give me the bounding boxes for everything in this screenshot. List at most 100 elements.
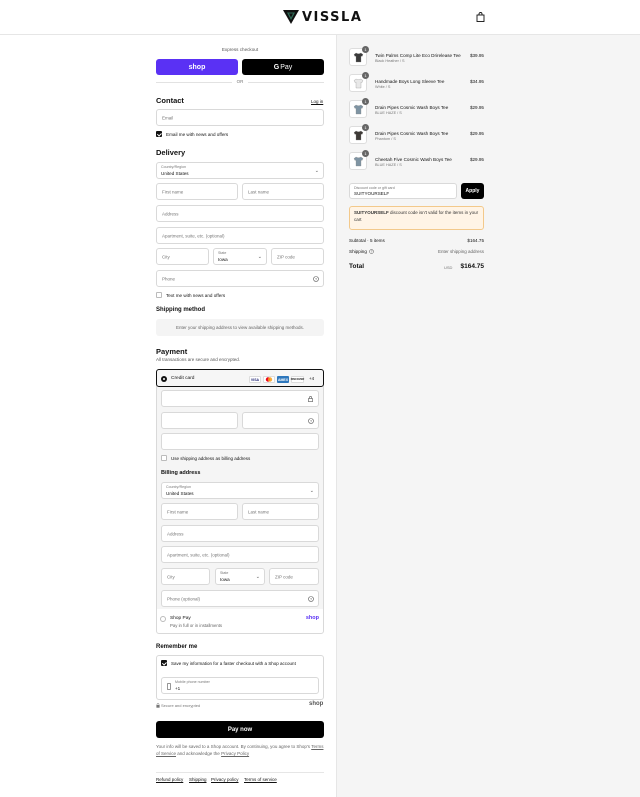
lock-icon (156, 703, 160, 708)
product-name: Twin Palms Comp Lite Eco Drirelease Tee (375, 53, 461, 58)
country-select[interactable]: Country/Region United States ⌄ (156, 162, 324, 179)
tshirt-icon (353, 130, 364, 141)
footer-terms-link[interactable]: Terms of service (244, 777, 277, 782)
billing-phone-placeholder: Phone (optional) (167, 596, 201, 601)
brand-name: VISSLA (302, 9, 363, 25)
discount-label: Discount code or gift card (354, 186, 395, 190)
product-price: $34.95 (469, 79, 484, 84)
billing-state-value: Iowa (220, 577, 230, 582)
zip-placeholder: ZIP code (277, 254, 295, 259)
phone-input[interactable]: Phone ? (156, 270, 324, 287)
first-name-input[interactable]: First name (156, 183, 238, 200)
product-price: $29.95 (469, 157, 484, 162)
address-placeholder: Address (162, 211, 179, 216)
footer-refund-link[interactable]: Refund policy (156, 777, 183, 782)
city-input[interactable]: City (156, 248, 209, 265)
address-input[interactable]: Address (156, 205, 324, 222)
use-shipping-checkbox[interactable] (161, 455, 167, 461)
warning-code: SUITYOURSELF (354, 210, 389, 215)
chevron-down-icon: ⌄ (257, 253, 262, 260)
card-number-input[interactable] (161, 390, 319, 407)
discount-value: SUITYOURSELF (354, 191, 390, 196)
pay-now-button[interactable]: Pay now (156, 721, 324, 738)
header: VISSLA (0, 0, 640, 35)
zip-input[interactable]: ZIP code (271, 248, 324, 265)
order-item: 1 Twin Palms Comp Lite Eco Drirelease Te… (349, 46, 484, 68)
shop-pay-logo: shop (305, 615, 319, 621)
billing-zip-input[interactable]: ZIP code (269, 568, 319, 585)
brand-logo[interactable]: VISSLA (283, 9, 362, 25)
express-checkout-label: Express checkout (221, 47, 259, 52)
billing-last-name-input[interactable]: Last name (242, 503, 319, 520)
billing-apartment-placeholder: Apartment, suite, etc. (optional) (167, 552, 230, 557)
email-news-checkbox[interactable] (156, 131, 162, 137)
state-label: State (218, 251, 227, 255)
discount-warning: SUITYOURSELF discount code isn't valid f… (349, 206, 484, 230)
shop-pay-button[interactable]: shop (156, 59, 238, 75)
billing-first-name-input[interactable]: First name (161, 503, 238, 520)
state-select[interactable]: State Iowa ⌄ (213, 248, 267, 265)
mobile-phone-input[interactable]: Mobile phone number +1 (161, 677, 319, 694)
billing-last-name-placeholder: Last name (248, 509, 270, 514)
security-code-input[interactable]: ? (242, 412, 319, 429)
footer-shipping-link[interactable]: Shipping (189, 777, 207, 782)
shop-logo: shop (309, 701, 324, 707)
quantity-badge: 1 (362, 72, 369, 79)
or-label: OR (232, 79, 248, 84)
pay-now-label: Pay now (227, 726, 253, 733)
help-icon[interactable]: ? (308, 418, 314, 424)
billing-address-input[interactable]: Address (161, 525, 319, 542)
shopping-bag-icon[interactable] (476, 12, 485, 22)
email-placeholder: Email (162, 115, 174, 120)
billing-city-placeholder: City (167, 574, 175, 579)
billing-country-value: United States (166, 491, 194, 496)
product-thumbnail: 1 (349, 98, 369, 118)
vissla-logo-icon (283, 10, 299, 24)
billing-phone-input[interactable]: Phone (optional) ? (161, 590, 319, 607)
shop-pay-option[interactable]: Shop Pay Pay in full or in installments … (156, 610, 324, 634)
radio-selected-icon (161, 375, 167, 382)
name-on-card-input[interactable] (161, 433, 319, 450)
product-variant: Black Heather / S (375, 59, 405, 63)
quantity-badge: 1 (362, 98, 369, 105)
order-item: 1 Cheetah Five Cosmic Wash Boys Tee BLUE… (349, 150, 484, 172)
order-item: 1 Drain Pipes Cosmic Wash Boys Tee Phant… (349, 124, 484, 146)
text-news-label: Text me with news and offers (166, 292, 226, 298)
lock-icon (308, 396, 313, 402)
apartment-input[interactable]: Apartment, suite, etc. (optional) (156, 227, 324, 244)
billing-apartment-input[interactable]: Apartment, suite, etc. (optional) (161, 546, 319, 563)
login-link[interactable]: Log in (311, 99, 323, 104)
email-input[interactable]: Email (156, 109, 324, 126)
product-variant: BLUE HAZE / S (375, 111, 402, 115)
delivery-title: Delivery (156, 148, 186, 157)
footer-divider (156, 772, 324, 773)
amex-icon: AMEX (277, 376, 289, 383)
product-name: Cheetah Five Cosmic Wash Boys Tee (375, 157, 452, 162)
billing-state-select[interactable]: State Iowa ⌄ (215, 568, 265, 585)
help-icon[interactable]: ? (308, 596, 314, 602)
help-icon[interactable]: ? (313, 276, 319, 282)
product-thumbnail: 1 (349, 46, 369, 66)
discount-input[interactable]: Discount code or gift card SUITYOURSELF (349, 183, 457, 199)
mobile-phone-label: Mobile phone number (175, 680, 210, 684)
help-icon[interactable]: ? (369, 249, 374, 254)
text-news-checkbox[interactable] (156, 292, 162, 298)
expiry-input[interactable] (161, 412, 238, 429)
apartment-placeholder: Apartment, suite, etc. (optional) (162, 233, 225, 238)
google-pay-label: Pay (280, 63, 293, 71)
billing-city-input[interactable]: City (161, 568, 210, 585)
privacy-link[interactable]: Privacy Policy (221, 751, 249, 756)
billing-country-select[interactable]: Country/Region United States ⌄ (161, 482, 319, 499)
save-info-checkbox[interactable] (161, 660, 167, 666)
apply-button[interactable]: Apply (461, 183, 484, 199)
mobile-phone-icon (167, 683, 171, 690)
footer-privacy-link[interactable]: Privacy policy (211, 777, 239, 782)
last-name-input[interactable]: Last name (242, 183, 324, 200)
shipping-method-message: Enter your shipping address to view avai… (175, 325, 305, 330)
country-label: Country/Region (161, 165, 186, 169)
billing-address-placeholder: Address (167, 531, 184, 536)
radio-unselected-icon (160, 616, 166, 622)
country-value: United States (161, 171, 189, 176)
mastercard-icon (263, 376, 275, 383)
google-pay-button[interactable]: G Pay (242, 59, 324, 75)
